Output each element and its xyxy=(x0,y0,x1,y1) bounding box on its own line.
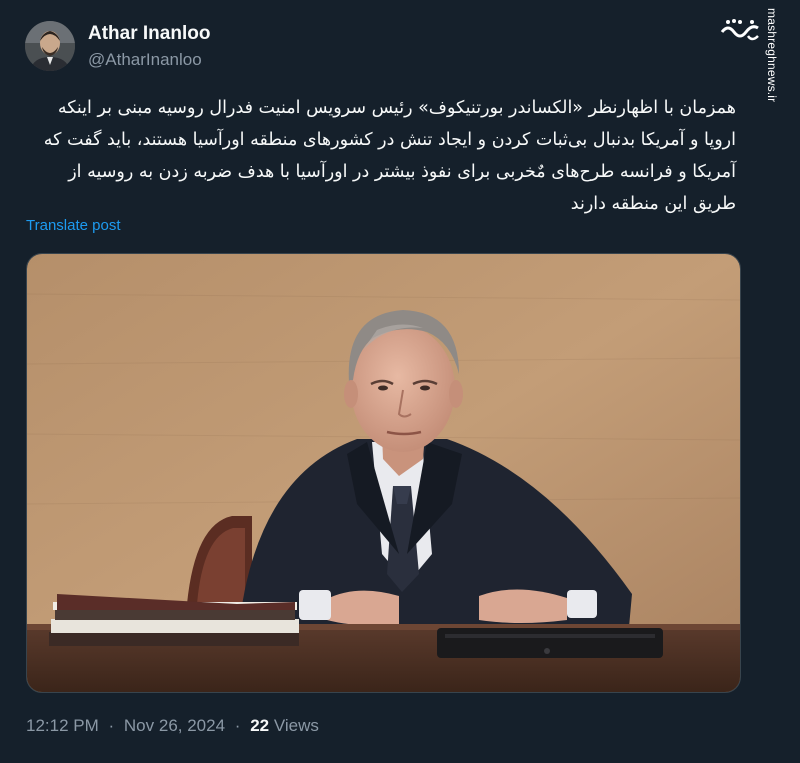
avatar[interactable] xyxy=(25,21,75,71)
views-count: 22 xyxy=(250,716,270,735)
watermark-site: mashreghnews.ir xyxy=(765,8,783,148)
watermark-logo xyxy=(718,14,762,44)
views-label: Views xyxy=(273,716,319,735)
meta-separator: · xyxy=(108,716,115,735)
watermark-site-text: mashreghnews.ir xyxy=(765,8,779,103)
author-handle[interactable]: @AtharInanloo xyxy=(88,50,202,70)
post-time[interactable]: 12:12 PM xyxy=(26,716,99,735)
meta-separator: · xyxy=(234,716,241,735)
post-image[interactable] xyxy=(26,253,741,693)
post-meta: 12:12 PM · Nov 26, 2024 · 22 Views xyxy=(26,716,319,736)
avatar-image xyxy=(25,21,75,71)
translate-post-link[interactable]: Translate post xyxy=(26,217,121,234)
post-date[interactable]: Nov 26, 2024 xyxy=(124,716,225,735)
author-name[interactable]: Athar Inanloo xyxy=(88,23,210,45)
tweet: Athar Inanloo @AtharInanloo mashreghnews… xyxy=(0,0,800,763)
post-photo xyxy=(27,254,740,692)
post-text: همزمان با اظهارنظر «الکساندر بورتنیکوف» … xyxy=(43,98,736,214)
